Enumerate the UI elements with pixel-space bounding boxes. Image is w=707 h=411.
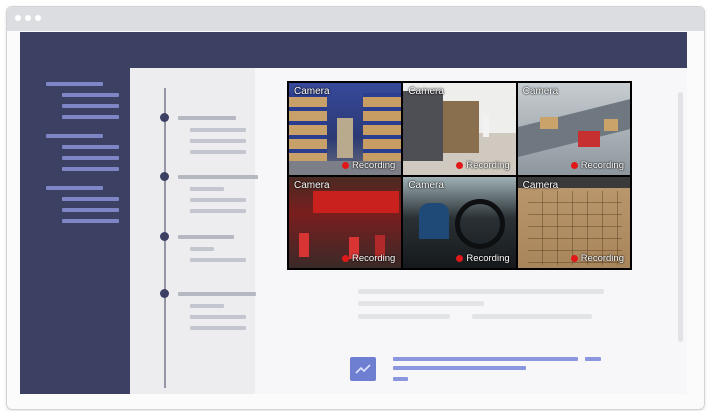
camera-feed-conveyor[interactable]: Camera Recording (517, 83, 630, 175)
recording-dot-icon (342, 255, 350, 262)
camera-grid: Camera Recording Camera Recording Camera… (287, 81, 632, 270)
recording-indicator: Recording (342, 160, 395, 171)
recording-label: Recording (580, 159, 624, 171)
recording-indicator: Recording (570, 253, 624, 264)
timeline-entry-line (190, 315, 246, 319)
camera-feed-warehouse-aisle[interactable]: Camera Recording (289, 83, 402, 175)
window-dot-icon[interactable] (35, 15, 41, 21)
sidebar-heading[interactable] (46, 82, 103, 86)
text-placeholder (472, 314, 592, 319)
recording-label: Recording (352, 159, 396, 171)
sidebar-item[interactable] (62, 93, 119, 97)
camera-feed-stacked-boxes[interactable]: Camera Recording (517, 176, 630, 268)
timeline-entry-line (190, 128, 246, 132)
timeline-entry-title[interactable] (178, 116, 236, 120)
timeline-entry-title[interactable] (178, 235, 234, 239)
attachment-size (393, 377, 408, 381)
camera-feed-loading-dock[interactable]: Camera Recording (403, 83, 516, 175)
attachment-subtitle (393, 366, 526, 370)
app-header (20, 32, 687, 68)
sidebar-item[interactable] (62, 219, 119, 223)
recording-dot-icon (570, 161, 578, 169)
camera-label: Camera (294, 86, 330, 97)
camera-label: Camera (294, 179, 330, 191)
recording-dot-icon (342, 161, 350, 169)
attachment-title[interactable] (393, 357, 578, 361)
recording-indicator: Recording (456, 159, 510, 171)
text-placeholder (358, 314, 450, 319)
recording-indicator: Recording (456, 253, 510, 264)
sidebar-item[interactable] (62, 145, 119, 149)
recording-label: Recording (466, 159, 510, 171)
recording-label: Recording (580, 253, 624, 264)
timeline-entry-title[interactable] (178, 175, 258, 179)
recording-dot-icon (456, 255, 464, 262)
recording-indicator: Recording (342, 253, 395, 264)
timeline-entry-line (190, 326, 246, 330)
window-dot-icon[interactable] (15, 15, 21, 21)
camera-label: Camera (522, 86, 559, 97)
timeline-entry-line (190, 187, 224, 191)
camera-feed-truck-cab[interactable]: Camera Recording (403, 176, 516, 268)
sidebar-item[interactable] (62, 115, 119, 119)
attachment-thumbnail[interactable] (350, 357, 376, 381)
recording-label: Recording (352, 253, 396, 264)
timeline-entry-line (190, 247, 214, 251)
sidebar-heading[interactable] (46, 186, 103, 190)
timeline-entry-line (190, 304, 224, 308)
recording-dot-icon (570, 255, 578, 262)
recording-indicator: Recording (570, 159, 624, 171)
timeline-entry-line (190, 209, 246, 213)
scrollbar[interactable] (678, 92, 683, 342)
camera-label: Camera (408, 179, 444, 191)
sidebar-item[interactable] (62, 156, 119, 160)
text-placeholder (358, 301, 484, 306)
image-icon (355, 364, 371, 374)
timeline-entry-line (190, 139, 246, 143)
timeline-node-icon (160, 172, 169, 181)
attachment-meta (585, 357, 601, 361)
timeline-entry-title[interactable] (178, 292, 256, 296)
recording-label: Recording (466, 253, 510, 264)
sidebar-item[interactable] (62, 104, 119, 108)
sidebar-item[interactable] (62, 197, 119, 201)
camera-label: Camera (522, 179, 559, 191)
text-placeholder (358, 289, 604, 294)
sidebar-heading[interactable] (46, 134, 103, 138)
timeline-entry-line (190, 258, 246, 262)
camera-label: Camera (408, 86, 444, 97)
sidebar-item[interactable] (62, 167, 119, 171)
timeline-node-icon (160, 232, 169, 241)
timeline-entry-line (190, 198, 246, 202)
browser-chrome (7, 7, 704, 31)
timeline-panel (130, 68, 258, 394)
timeline-node-icon (160, 113, 169, 122)
recording-dot-icon (456, 161, 464, 169)
sidebar-item[interactable] (62, 208, 119, 212)
timeline-node-icon (160, 289, 169, 298)
window-dot-icon[interactable] (25, 15, 31, 21)
sidebar (20, 68, 130, 394)
camera-feed-storefront[interactable]: Camera Recording (289, 176, 402, 268)
timeline-entry-line (190, 150, 246, 154)
